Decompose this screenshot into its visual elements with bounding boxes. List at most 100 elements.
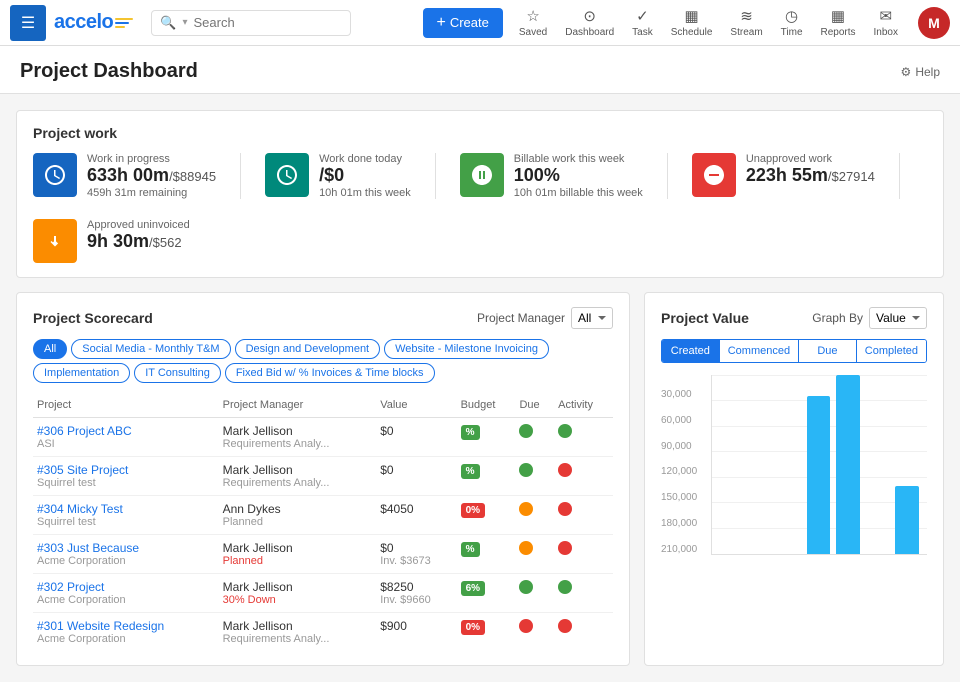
tab-design[interactable]: Design and Development [235, 339, 381, 359]
divider-3 [667, 153, 668, 199]
pm-status: Requirements Analy... [223, 633, 373, 645]
billable-sub: 10h 01m billable this week [514, 187, 643, 199]
search-input[interactable] [193, 15, 323, 30]
dashboard-nav-item[interactable]: ⊙ Dashboard [557, 3, 622, 42]
project-link[interactable]: #302 Project [37, 580, 104, 594]
graph-by-label: Graph By [812, 311, 863, 325]
tab-social-media[interactable]: Social Media - Monthly T&M [71, 339, 230, 359]
budget-badge: % [461, 425, 480, 440]
nav-actions: ☆ Saved ⊙ Dashboard ✓ Task ▦ Schedule ≋ … [511, 3, 906, 42]
pm-select[interactable]: All [571, 307, 613, 329]
y-label: 120,000 [661, 466, 706, 477]
value-amount: $0 [380, 541, 452, 555]
divider-2 [435, 153, 436, 199]
table-row: #304 Micky Test Squirrel test Ann Dykes … [33, 495, 613, 534]
hamburger-button[interactable]: ☰ [10, 5, 46, 41]
done-today-sub: 10h 01m this week [319, 187, 411, 199]
create-button[interactable]: + Create [423, 8, 503, 38]
tab-website[interactable]: Website - Milestone Invoicing [384, 339, 549, 359]
in-progress-sub: 459h 31m remaining [87, 187, 216, 199]
divider-4 [899, 153, 900, 199]
pv-tab-completed[interactable]: Completed [857, 340, 926, 362]
star-icon: ☆ [526, 7, 539, 25]
inbox-label: Inbox [874, 27, 898, 38]
logo: accelo [54, 11, 133, 34]
stream-nav-item[interactable]: ≋ Stream [722, 3, 770, 42]
activity-dot [558, 580, 572, 594]
unapproved-icon [692, 153, 736, 197]
saved-nav-item[interactable]: ☆ Saved [511, 3, 555, 42]
chart-y-labels: 210,000180,000150,000120,00090,00060,000… [661, 375, 706, 555]
tab-fixed-bid[interactable]: Fixed Bid w/ % Invoices & Time blocks [225, 363, 435, 383]
project-link[interactable]: #306 Project ABC [37, 424, 132, 438]
dashboard-label: Dashboard [565, 27, 614, 38]
col-due: Due [515, 393, 554, 418]
task-nav-item[interactable]: ✓ Task [624, 3, 661, 42]
time-nav-item[interactable]: ◷ Time [773, 3, 811, 42]
pv-title: Project Value [661, 310, 749, 326]
project-link[interactable]: #304 Micky Test [37, 502, 123, 516]
budget-badge: 6% [461, 581, 485, 596]
tab-it-consulting[interactable]: IT Consulting [134, 363, 221, 383]
value-amount: $0 [380, 424, 452, 438]
pm-name: Mark Jellison [223, 424, 373, 438]
top-nav: ☰ accelo 🔍 ▾ + Create ☆ Saved ⊙ Dashboar… [0, 0, 960, 46]
col-pm: Project Manager [219, 393, 377, 418]
project-link[interactable]: #301 Website Redesign [37, 619, 164, 633]
tab-implementation[interactable]: Implementation [33, 363, 130, 383]
project-cell: #303 Just Because Acme Corporation [33, 534, 219, 573]
pv-tab-due[interactable]: Due [799, 340, 857, 362]
pm-status: Planned [223, 516, 373, 528]
pv-tab-created[interactable]: Created [662, 340, 720, 362]
activity-cell [554, 456, 613, 495]
value-amount: $4050 [380, 502, 452, 516]
unapproved-value: 223h 55m/$27914 [746, 165, 875, 187]
metric-billable: Billable work this week 100% 10h 01m bil… [460, 153, 643, 199]
project-link[interactable]: #305 Site Project [37, 463, 128, 477]
metric-approved: Approved uninvoiced 9h 30m/$562 [33, 219, 190, 263]
done-today-icon [265, 153, 309, 197]
activity-dot [558, 502, 572, 516]
search-bar[interactable]: 🔍 ▾ [151, 10, 351, 36]
logo-decoration [115, 18, 133, 28]
approved-value: 9h 30m/$562 [87, 231, 190, 253]
project-work-title: Project work [33, 125, 927, 141]
value-sub: Inv. $3673 [380, 555, 452, 567]
filter-tabs: All Social Media - Monthly T&M Design an… [33, 339, 613, 383]
due-dot [519, 619, 533, 633]
avatar[interactable]: M [918, 7, 950, 39]
activity-dot [558, 424, 572, 438]
saved-label: Saved [519, 27, 547, 38]
tab-all[interactable]: All [33, 339, 67, 359]
approved-text: Approved uninvoiced 9h 30m/$562 [87, 219, 190, 253]
in-progress-value: 633h 00m/$88945 [87, 165, 216, 187]
work-metrics: Work in progress 633h 00m/$88945 459h 31… [33, 153, 927, 263]
graph-by-select[interactable]: Value [869, 307, 927, 329]
search-icon: 🔍 [160, 15, 176, 31]
pm-cell: Mark Jellison Requirements Analy... [219, 612, 377, 651]
project-cell: #301 Website Redesign Acme Corporation [33, 612, 219, 651]
schedule-nav-item[interactable]: ▦ Schedule [663, 3, 721, 42]
inbox-nav-item[interactable]: ✉ Inbox [866, 3, 906, 42]
pm-name: Mark Jellison [223, 463, 373, 477]
value-amount: $900 [380, 619, 452, 633]
value-sub: Inv. $9660 [380, 594, 452, 606]
help-button[interactable]: ⚙ Help [901, 65, 940, 79]
reports-nav-item[interactable]: ▦ Reports [813, 3, 864, 42]
dashboard-icon: ⊙ [583, 7, 596, 25]
approved-icon [33, 219, 77, 263]
due-dot [519, 424, 533, 438]
stream-label: Stream [730, 27, 762, 38]
help-icon: ⚙ [901, 65, 912, 79]
project-link[interactable]: #303 Just Because [37, 541, 139, 555]
pv-tabs: Created Commenced Due Completed [661, 339, 927, 363]
chart-bars [711, 375, 927, 555]
done-today-text: Work done today /$0 10h 01m this week [319, 153, 411, 199]
pv-tab-commenced[interactable]: Commenced [720, 340, 799, 362]
due-cell [515, 612, 554, 651]
activity-dot [558, 541, 572, 555]
pm-name: Mark Jellison [223, 580, 373, 594]
due-dot [519, 580, 533, 594]
search-dropdown-icon[interactable]: ▾ [182, 17, 187, 28]
pv-header: Project Value Graph By Value [661, 307, 927, 329]
